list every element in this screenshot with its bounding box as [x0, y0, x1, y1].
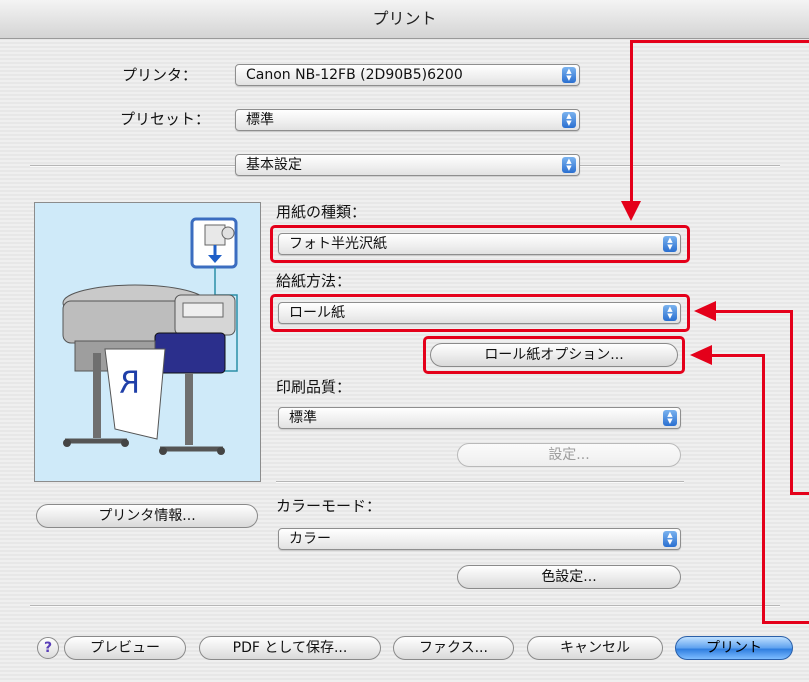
color-mode-value: カラー [289, 531, 331, 547]
print-button[interactable]: プリント [675, 636, 793, 660]
preset-label: プリセット： [120, 110, 211, 128]
print-quality-popup[interactable]: 標準 ▲ ▼ [278, 407, 681, 429]
panel-value: 基本設定 [246, 157, 302, 173]
arrow-line [630, 40, 633, 203]
help-button[interactable]: ? [37, 637, 59, 659]
footer-divider [30, 605, 780, 607]
popup-arrows-icon: ▲ ▼ [562, 67, 576, 83]
down-arrow-icon [621, 201, 641, 221]
save-as-pdf-button[interactable]: PDF として保存... [199, 636, 381, 660]
print-quality-label: 印刷品質： [276, 378, 352, 396]
popup-arrows-icon: ▲ ▼ [562, 157, 576, 173]
popup-arrows-icon: ▲ ▼ [663, 410, 677, 426]
fax-button[interactable]: ファクス... [393, 636, 514, 660]
arrow-line [762, 621, 809, 624]
paper-source-label: 給紙方法： [276, 272, 352, 290]
section-divider [276, 481, 684, 483]
cancel-button[interactable]: キャンセル [527, 636, 663, 660]
svg-text:R: R [119, 366, 140, 401]
color-mode-popup[interactable]: カラー ▲ ▼ [278, 528, 681, 550]
media-type-label: 用紙の種類： [276, 203, 367, 221]
preset-popup[interactable]: 標準 ▲ ▼ [235, 109, 580, 131]
large-format-printer-illustration: R [62, 217, 238, 455]
arrow-line [790, 310, 793, 495]
popup-arrows-icon: ▲ ▼ [562, 112, 576, 128]
arrow-line [790, 492, 809, 495]
highlight-media-type [270, 225, 690, 263]
print-quality-value: 標準 [289, 410, 317, 426]
popup-arrows-icon: ▲ ▼ [663, 531, 677, 547]
arrow-line [712, 354, 765, 357]
printer-preview-image: R [34, 202, 261, 482]
arrow-line [716, 310, 793, 313]
preview-button[interactable]: プレビュー [64, 636, 186, 660]
panel-popup[interactable]: 基本設定 ▲ ▼ [235, 154, 580, 176]
printer-label: プリンタ： [122, 66, 198, 84]
highlight-paper-source [270, 294, 690, 332]
arrow-line [762, 354, 765, 624]
highlight-roll-options [423, 336, 685, 374]
quality-settings-button[interactable]: 設定... [457, 443, 681, 467]
preset-value: 標準 [246, 112, 274, 128]
left-arrow-icon [690, 345, 712, 365]
left-arrow-icon [694, 301, 716, 321]
color-settings-button[interactable]: 色設定... [457, 565, 681, 589]
printer-popup[interactable]: Canon NB-12FB (2D90B5)6200 ▲ ▼ [235, 64, 580, 86]
color-mode-label: カラーモード： [276, 497, 382, 515]
window-title: プリント [0, 0, 809, 39]
printer-info-button[interactable]: プリンタ情報... [36, 504, 258, 528]
arrow-line [630, 40, 809, 43]
printer-value: Canon NB-12FB (2D90B5)6200 [246, 67, 463, 83]
